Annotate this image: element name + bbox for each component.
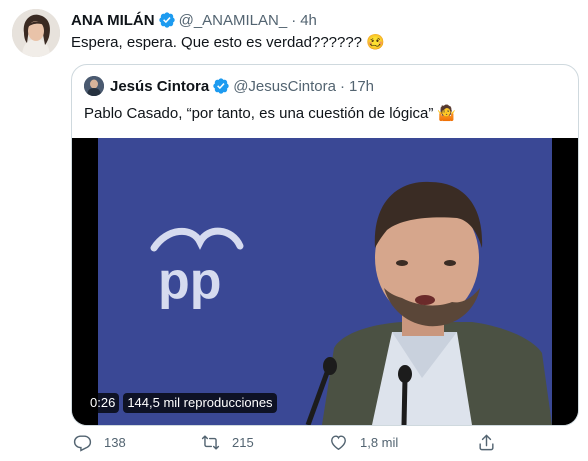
share-button[interactable] [477,430,508,454]
retweet-button[interactable]: 215 [201,430,254,454]
like-count: 1,8 mil [360,434,399,450]
retweet-count: 215 [232,434,254,450]
like-button[interactable]: 1,8 mil [329,430,398,454]
tweet-text-content: Espera, espera. Que esto es verdad?????? [71,34,363,51]
quoted-tweet-time: 17h [348,77,375,95]
reply-count: 138 [104,434,126,450]
verified-badge-icon [213,78,229,94]
quoted-author-avatar [84,76,104,96]
tweet-text: Espera, espera. Que esto es verdad??????… [71,33,385,53]
tweet-time[interactable]: 4h [300,12,317,29]
verified-badge-icon [158,12,175,28]
reply-button[interactable]: 138 [73,430,126,454]
separator-dot: · [339,77,345,95]
author-handle[interactable]: @_ANAMILAN_ [179,12,288,29]
quoted-author-name: Jesús Cintora [110,77,210,95]
tweet-actions: 138 215 1,8 mil [71,430,571,454]
shrug-emoji: 🤷 [437,105,457,122]
tweet[interactable]: ANA MILÁN @_ANAMILAN_ · 4h Espera, esper… [0,0,588,461]
video-player[interactable]: pp 0:26 144,5 mil reproducciones [72,138,578,425]
video-badges: 0:26 144,5 mil reproducciones [86,393,277,413]
video-duration: 0:26 [86,393,120,413]
share-icon [479,434,494,450]
author-avatar[interactable] [12,9,60,57]
quoted-tweet[interactable]: Jesús Cintora @JesusCintora · 17h Pablo … [71,64,579,426]
reply-icon [73,434,92,452]
heart-icon [331,434,346,450]
separator-dot: · [291,11,297,29]
video-views: 144,5 mil reproducciones [123,393,277,413]
video-frame: pp [72,138,578,425]
retweet-icon [201,434,220,450]
quoted-tweet-header: Jesús Cintora @JesusCintora · 17h [84,76,374,96]
tweet-header: ANA MILÁN @_ANAMILAN_ · 4h [71,10,317,30]
woozy-face-emoji: 🥴 [366,34,385,51]
quoted-tweet-text: Pablo Casado, “por tanto, es una cuestió… [84,104,456,124]
quoted-tweet-text-content: Pablo Casado, “por tanto, es una cuestió… [84,105,434,122]
quoted-author-handle: @JesusCintora [233,77,336,95]
pp-logo-text: pp [158,252,222,310]
author-name[interactable]: ANA MILÁN [71,12,155,29]
